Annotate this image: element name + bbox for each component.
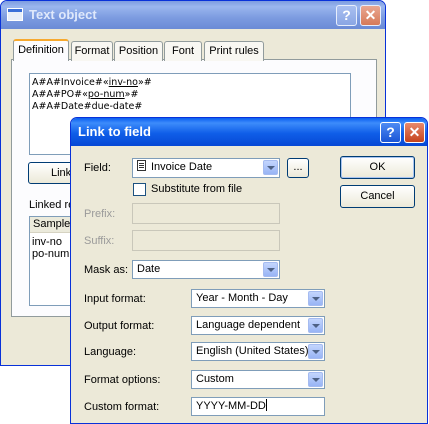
chevron-down-icon[interactable] <box>308 291 323 306</box>
format-options-value: Custom <box>196 373 234 385</box>
substitute-from-file-label: Substitute from file <box>151 183 243 195</box>
link-to-field-title: Link to field <box>78 124 151 139</box>
text-line: A#A#Date#due-date# <box>32 101 143 112</box>
close-icon[interactable]: ✕ <box>360 5 381 26</box>
link-to-field-titlebar[interactable]: Link to field ? ✕ <box>71 118 427 146</box>
tab-format[interactable]: Format <box>71 41 113 61</box>
browse-button[interactable]: ... <box>287 158 309 178</box>
tab-font[interactable]: Font <box>164 41 202 61</box>
text-line: A#A#PO#«po-num»# <box>32 89 139 100</box>
text-line: A#A#Invoice#«inv-no»# <box>32 77 152 88</box>
mask-as-label: Mask as: <box>84 264 129 276</box>
format-options-label: Format options: <box>84 374 161 386</box>
text-caret <box>265 399 267 411</box>
field-select[interactable]: Invoice Date <box>132 158 280 178</box>
link-to-field-dialog: Link to field ? ✕ Field: Invoice Date ..… <box>70 117 428 424</box>
chevron-down-icon[interactable] <box>308 344 323 359</box>
chevron-down-icon[interactable] <box>308 318 323 333</box>
ok-button[interactable]: OK <box>340 156 415 179</box>
language-select[interactable]: English (United States) <box>191 342 325 361</box>
field-select-value: Invoice Date <box>151 161 213 173</box>
chevron-down-icon[interactable] <box>263 160 278 175</box>
suffix-input[interactable] <box>132 230 280 251</box>
tab-print-rules[interactable]: Print rules <box>204 41 264 61</box>
tab-position[interactable]: Position <box>114 41 163 61</box>
help-icon[interactable]: ? <box>336 5 357 26</box>
output-format-value: Language dependent <box>196 319 300 331</box>
custom-format-value: YYYY-MM-DD <box>196 400 266 412</box>
help-icon[interactable]: ? <box>380 122 401 143</box>
chevron-down-icon[interactable] <box>263 262 278 277</box>
language-value: English (United States) <box>196 345 309 357</box>
language-label: Language: <box>84 346 136 358</box>
cancel-button[interactable]: Cancel <box>340 185 415 208</box>
format-options-select[interactable]: Custom <box>191 370 325 389</box>
tab-definition[interactable]: Definition <box>13 39 69 61</box>
custom-format-input[interactable]: YYYY-MM-DD <box>191 397 325 416</box>
linked-references-label: Linked re <box>29 199 75 211</box>
input-format-select[interactable]: Year - Month - Day <box>191 289 325 308</box>
suffix-label: Suffix: <box>84 235 115 247</box>
field-label: Field: <box>84 162 111 174</box>
input-format-value: Year - Month - Day <box>196 292 288 304</box>
text-object-title: Text object <box>29 7 97 22</box>
chevron-down-icon[interactable] <box>308 372 323 387</box>
custom-format-label: Custom format: <box>84 401 160 413</box>
text-object-titlebar[interactable]: Text object ? ✕ <box>1 1 385 29</box>
mask-as-select[interactable]: Date <box>132 260 280 279</box>
prefix-label: Prefix: <box>84 208 116 220</box>
output-format-label: Output format: <box>84 320 155 332</box>
mask-as-value: Date <box>137 263 161 275</box>
substitute-from-file-checkbox[interactable] <box>133 183 146 196</box>
input-format-label: Input format: <box>84 293 146 305</box>
window-icon <box>7 8 23 21</box>
document-icon <box>137 160 146 171</box>
close-icon[interactable]: ✕ <box>404 122 425 143</box>
output-format-select[interactable]: Language dependent <box>191 316 325 335</box>
prefix-input[interactable] <box>132 203 280 224</box>
